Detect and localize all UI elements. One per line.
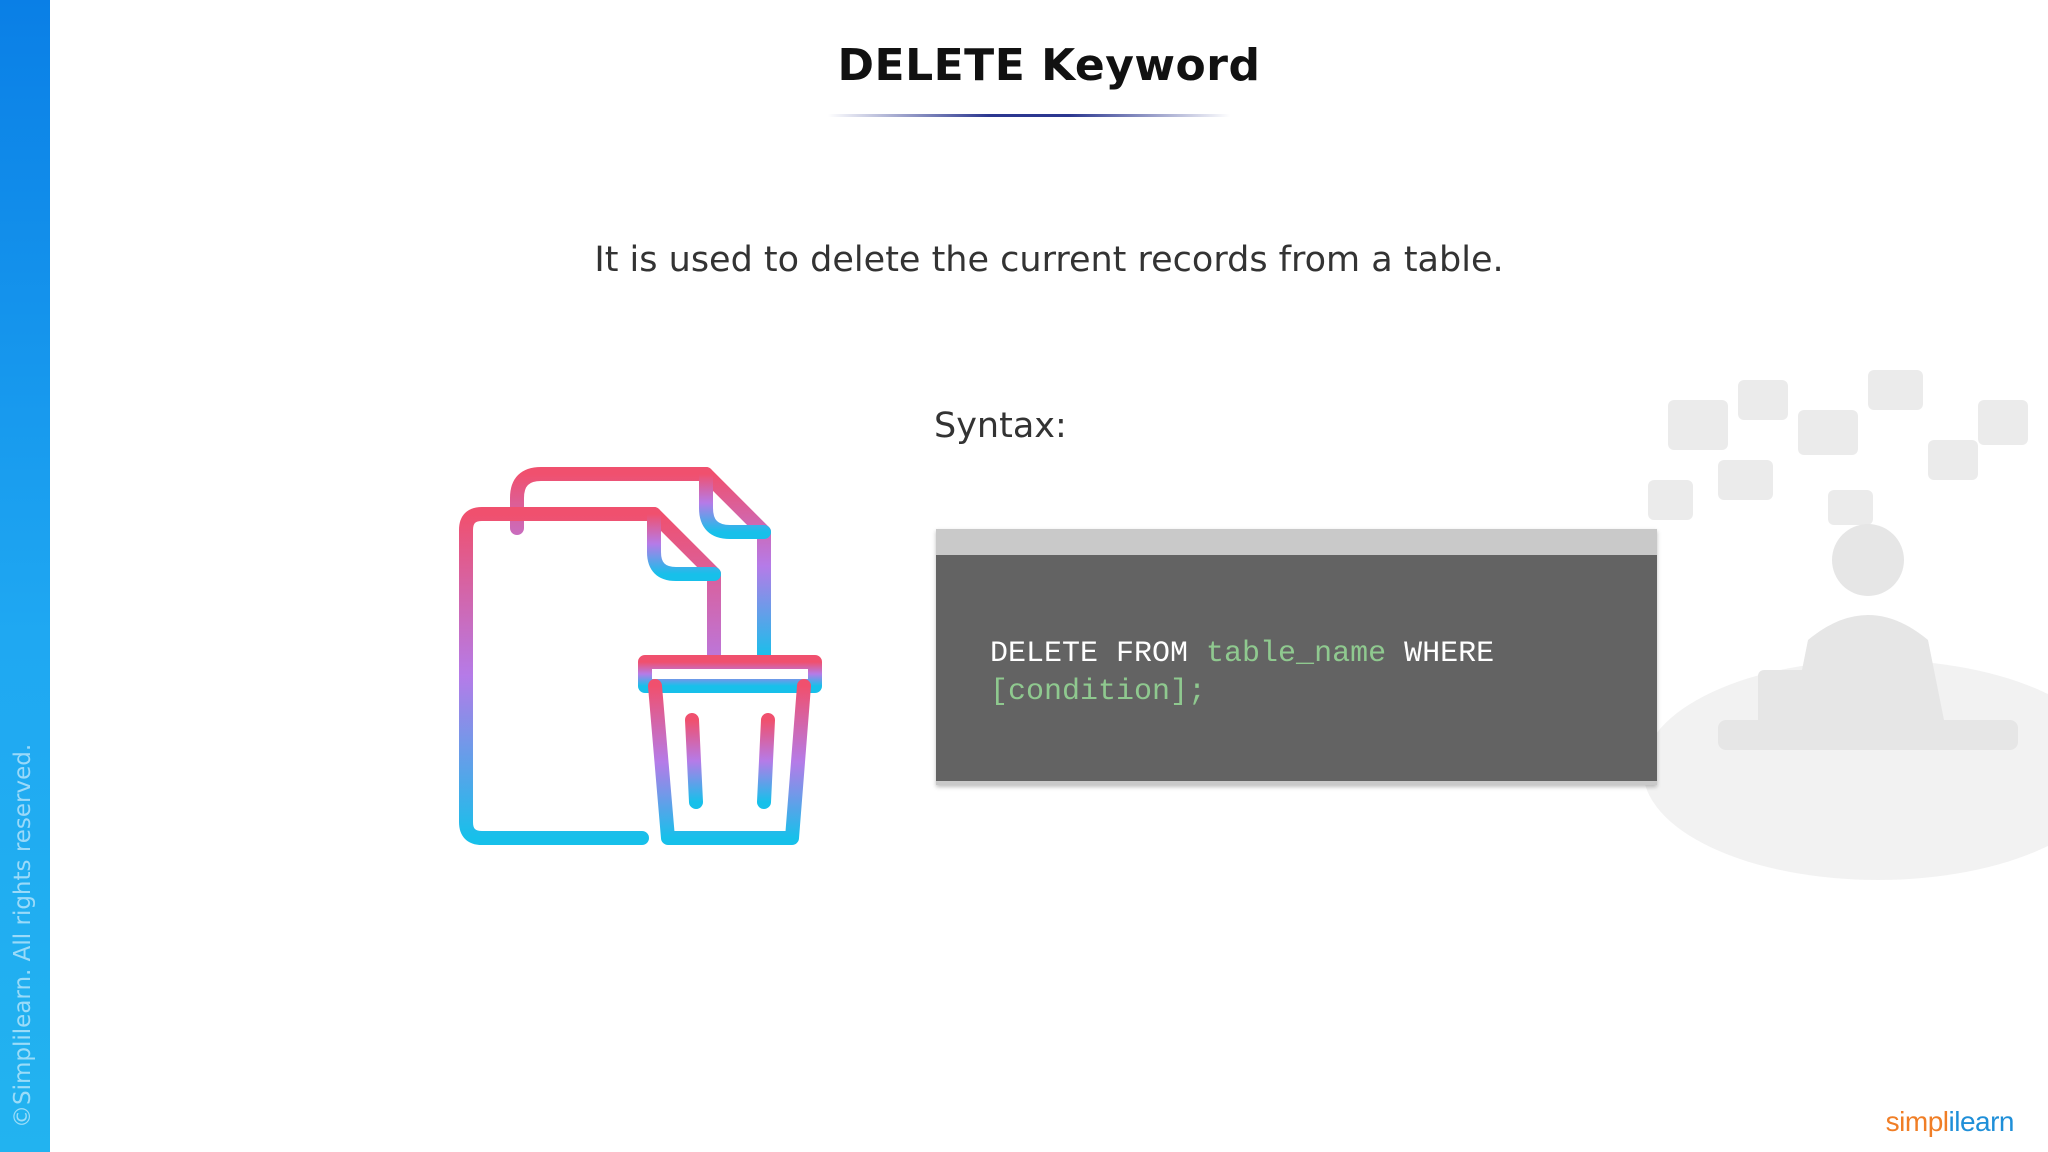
code-keyword-delete-from: DELETE FROM (990, 637, 1207, 671)
code-block-body: DELETE FROM table_name WHERE [condition]; (936, 555, 1657, 785)
title-underline (828, 114, 1230, 117)
simplilearn-logo: simplilearn (1885, 1106, 2015, 1138)
logo-text-part-2: ilearn (1948, 1106, 2015, 1137)
code-snippet: DELETE FROM table_name WHERE [condition]; (990, 635, 1590, 711)
document-trash-icon (459, 467, 822, 845)
code-keyword-where: WHERE (1386, 637, 1495, 671)
logo-text-part-1: simpl (1885, 1106, 1949, 1137)
slide-description: It is used to delete the current records… (594, 240, 1504, 280)
code-placeholder-condition: [condition]; (990, 675, 1207, 709)
code-placeholder-table-name: table_name (1206, 637, 1387, 671)
syntax-label: Syntax: (934, 406, 1067, 446)
person-at-desk-illustration (1643, 370, 2048, 880)
code-block-header (936, 529, 1657, 555)
left-accent-bar: ©Simplilearn. All rights reserved. (0, 0, 50, 1152)
copyright-text: ©Simplilearn. All rights reserved. (10, 743, 36, 1128)
slide-title: DELETE Keyword (837, 40, 1261, 91)
code-block: DELETE FROM table_name WHERE [condition]; (936, 529, 1657, 785)
